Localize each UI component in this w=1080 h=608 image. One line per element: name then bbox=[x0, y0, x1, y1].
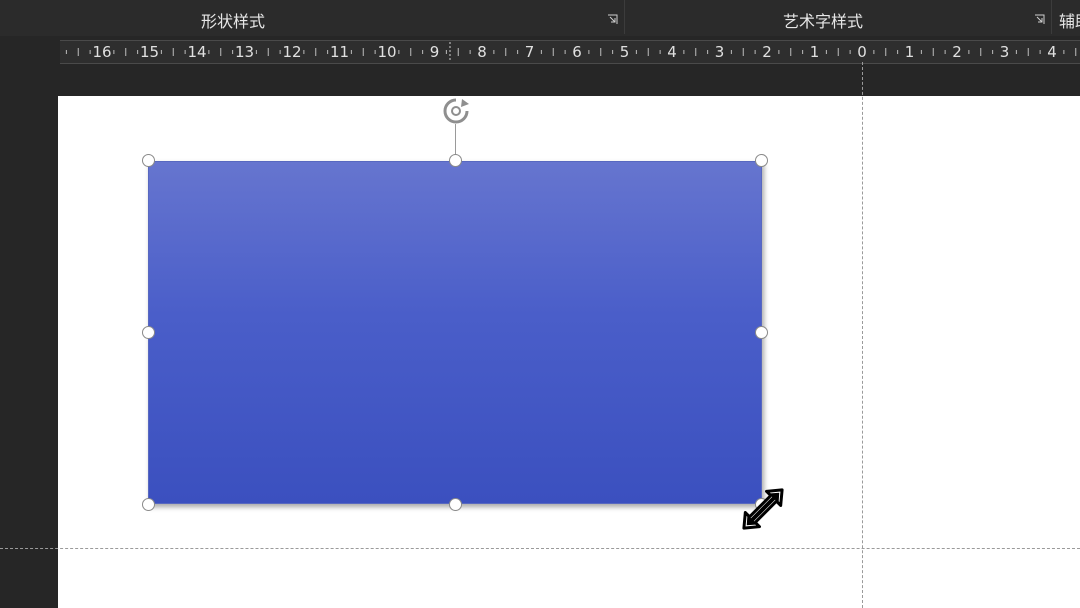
resize-handle-top-left[interactable] bbox=[142, 154, 155, 167]
ruler-label: 7 bbox=[525, 43, 535, 61]
ruler-label: 15 bbox=[140, 43, 159, 61]
ruler-label: 11 bbox=[330, 43, 349, 61]
ruler-label: 9 bbox=[430, 43, 440, 61]
wordart-styles-dialog-launcher-icon[interactable] bbox=[1034, 14, 1045, 25]
resize-handle-left[interactable] bbox=[142, 326, 155, 339]
resize-handle-bottom[interactable] bbox=[449, 498, 462, 511]
ruler-label: 8 bbox=[477, 43, 487, 61]
ruler-label: 1 bbox=[905, 43, 915, 61]
ruler-label: 4 bbox=[667, 43, 677, 61]
group-separator bbox=[1051, 0, 1052, 34]
group-label-accessibility: 辅助 bbox=[1059, 12, 1080, 31]
powerpoint-window: 形状样式 艺术字样式 辅助 16151413121110987654321012… bbox=[0, 0, 1080, 608]
ruler-scale: 16 15 14 13 12 11 10 9 8 7 6 5 4 3 2 1 0 1 2 3 4 bbox=[65, 42, 1077, 62]
ruler-label: 6 bbox=[572, 43, 582, 61]
rotate-handle-icon[interactable] bbox=[440, 95, 472, 127]
ruler-label: 12 bbox=[282, 43, 301, 61]
resize-handle-bottom-left[interactable] bbox=[142, 498, 155, 511]
group-label-shape-styles: 形状样式 bbox=[201, 12, 266, 31]
ruler-label: 14 bbox=[187, 43, 206, 61]
vertical-guide[interactable] bbox=[862, 62, 863, 608]
group-label-wordart-styles: 艺术字样式 bbox=[783, 12, 864, 31]
horizontal-ruler[interactable]: 16 15 14 13 12 11 10 9 8 7 6 5 4 3 2 1 0 1 2 3 4 bbox=[60, 40, 1080, 64]
resize-handle-top-right[interactable] bbox=[755, 154, 768, 167]
ruler-label: 3 bbox=[715, 43, 725, 61]
horizontal-guide[interactable] bbox=[0, 548, 1080, 549]
ruler-label: 4 bbox=[1047, 43, 1057, 61]
ruler-label: 2 bbox=[762, 43, 772, 61]
ruler-label: 10 bbox=[377, 43, 396, 61]
ruler-label: 0 bbox=[857, 43, 867, 61]
resize-diagonal-cursor-icon bbox=[742, 488, 784, 530]
ruler-label: 3 bbox=[1000, 43, 1010, 61]
resize-handle-right[interactable] bbox=[755, 326, 768, 339]
ribbon-group-labels: 形状样式 艺术字样式 辅助 bbox=[0, 0, 1080, 36]
ruler-label: 13 bbox=[235, 43, 254, 61]
rotation-handle-stem bbox=[455, 124, 456, 156]
selected-rectangle-shape[interactable] bbox=[148, 161, 762, 504]
shape-styles-dialog-launcher-icon[interactable] bbox=[607, 14, 618, 25]
group-separator bbox=[624, 0, 625, 34]
ruler-label: 1 bbox=[810, 43, 820, 61]
resize-handle-top[interactable] bbox=[449, 154, 462, 167]
ruler-label: 5 bbox=[620, 43, 630, 61]
ruler-label: 2 bbox=[952, 43, 962, 61]
ruler-label: 16 bbox=[92, 43, 111, 61]
